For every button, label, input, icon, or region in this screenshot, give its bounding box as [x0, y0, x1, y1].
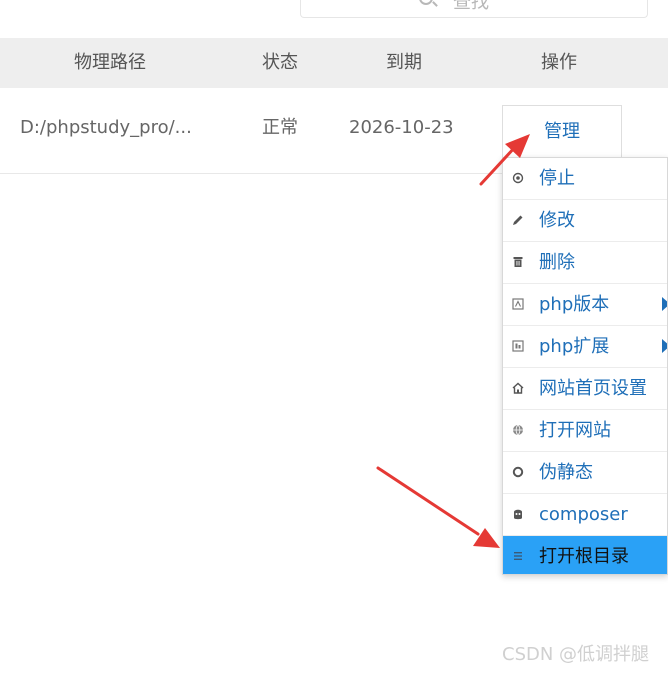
search-label: 查找: [453, 0, 489, 13]
toolbar-area: 查找: [0, 0, 668, 36]
column-header-status: 状态: [262, 52, 298, 73]
menu-item-label: php扩展: [539, 336, 610, 357]
php-extension-icon: [512, 340, 524, 352]
cell-path: D:/phpstudy_pro/...: [20, 117, 192, 138]
menu-item-label: 删除: [539, 252, 575, 273]
menu-item-label: 打开网站: [539, 420, 611, 441]
screenshot: 查找 物理路径 状态 到期 操作 D:/phpstudy_pro/... 正常 …: [0, 0, 668, 673]
menu-item-label: 停止: [539, 168, 575, 189]
manage-button[interactable]: 管理: [502, 105, 622, 157]
rewrite-icon: [512, 466, 524, 478]
table-header: 物理路径 状态 到期 操作: [0, 38, 668, 88]
context-menu: 停止 修改 删除 php版本 php扩展 网站首页设置 打开网站 伪静态 com…: [502, 157, 668, 575]
watermark: CSDN @低调拌腿: [502, 644, 650, 665]
search-icon: [419, 0, 433, 5]
column-header-actions: 操作: [541, 52, 577, 73]
stop-icon: [512, 172, 524, 184]
menu-item-label: composer: [539, 504, 628, 525]
composer-icon: [512, 508, 524, 520]
php-version-icon: [512, 298, 524, 310]
menu-item-open-root-directory[interactable]: 打开根目录: [503, 536, 667, 574]
menu-item-edit[interactable]: 修改: [503, 200, 667, 242]
menu-item-label: 打开根目录: [539, 546, 629, 567]
folder-list-icon: [512, 550, 524, 562]
cell-expiry: 2026-10-23: [349, 117, 454, 138]
cell-status: 正常: [262, 117, 298, 138]
menu-item-composer[interactable]: composer: [503, 494, 667, 536]
submenu-arrow-icon: [662, 339, 667, 353]
menu-item-label: php版本: [539, 294, 610, 315]
menu-item-stop[interactable]: 停止: [503, 158, 667, 200]
menu-item-delete[interactable]: 删除: [503, 242, 667, 284]
menu-item-label: 网站首页设置: [539, 378, 647, 399]
menu-item-label: 修改: [539, 210, 575, 231]
menu-item-homepage-settings[interactable]: 网站首页设置: [503, 368, 667, 410]
menu-item-rewrite[interactable]: 伪静态: [503, 452, 667, 494]
menu-item-label: 伪静态: [539, 462, 593, 483]
home-icon: [512, 382, 524, 394]
column-header-expiry: 到期: [386, 52, 422, 73]
menu-item-open-website[interactable]: 打开网站: [503, 410, 667, 452]
delete-icon: [512, 256, 524, 268]
globe-icon: [512, 424, 524, 436]
menu-item-php-extension[interactable]: php扩展: [503, 326, 667, 368]
search-button[interactable]: 查找: [300, 0, 648, 18]
menu-item-php-version[interactable]: php版本: [503, 284, 667, 326]
annotation-arrow-to-open-root: [376, 466, 500, 548]
edit-icon: [512, 214, 524, 226]
submenu-arrow-icon: [662, 297, 667, 311]
column-header-path: 物理路径: [74, 52, 146, 73]
